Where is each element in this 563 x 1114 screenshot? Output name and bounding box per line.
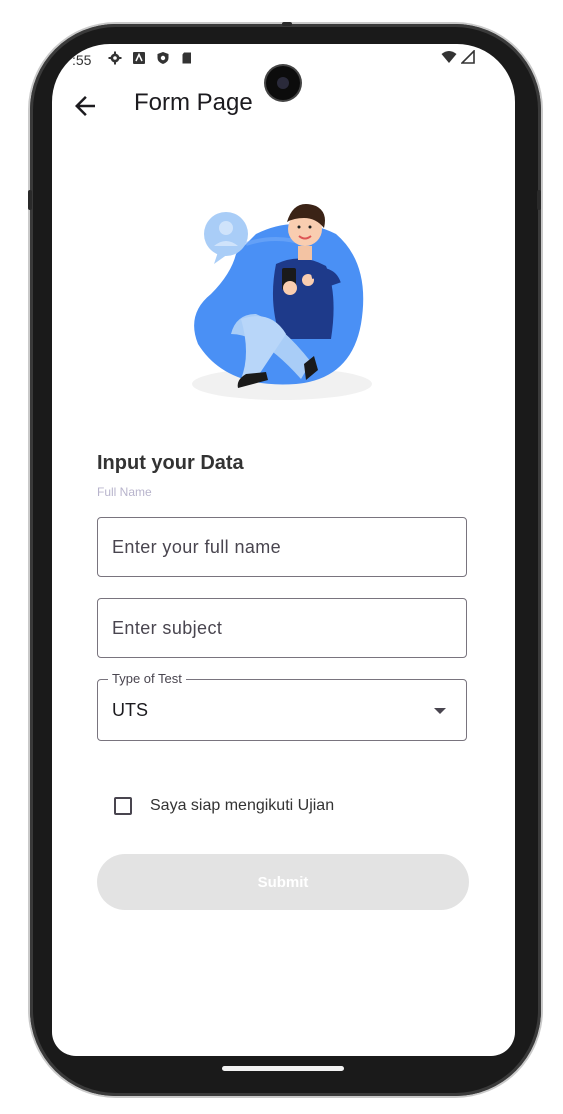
full-name-caption: Full Name: [97, 485, 152, 499]
test-type-dropdown[interactable]: Type of Test UTS: [97, 671, 467, 741]
home-indicator[interactable]: [222, 1066, 344, 1071]
volume-button: [537, 190, 541, 210]
submit-button[interactable]: Submit: [97, 854, 469, 910]
full-name-input[interactable]: [98, 518, 452, 576]
app-bar: Form Page: [52, 84, 515, 140]
signal-icon: [460, 49, 475, 67]
power-button: [282, 22, 292, 26]
arrow-left-icon: [75, 96, 95, 116]
page-title: Form Page: [134, 89, 253, 116]
wifi-icon: [441, 50, 457, 67]
subject-field[interactable]: [97, 598, 467, 658]
side-button: [28, 190, 32, 210]
ready-checkbox[interactable]: [114, 797, 132, 815]
sd-card-icon: [180, 51, 194, 65]
full-name-field[interactable]: [97, 517, 467, 577]
status-time: :55: [72, 52, 92, 68]
test-type-value: UTS: [112, 700, 148, 720]
dropdown-arrow-icon: [434, 708, 446, 714]
gear-icon: [108, 51, 122, 65]
test-type-label: Type of Test: [108, 671, 186, 686]
a-icon: [132, 51, 146, 65]
person-with-phone-illustration: [192, 204, 372, 400]
phone-screen: :55 Form Page Input your Data Full Name …: [52, 44, 515, 1056]
subject-input[interactable]: [98, 599, 452, 657]
back-button[interactable]: [70, 91, 100, 121]
ready-checkbox-label[interactable]: Saya siap mengikuti Ujian: [150, 797, 334, 815]
shield-icon: [156, 51, 170, 65]
ready-checkbox-row[interactable]: Saya siap mengikuti Ujian: [114, 794, 334, 818]
form-title: Input your Data: [97, 452, 244, 474]
